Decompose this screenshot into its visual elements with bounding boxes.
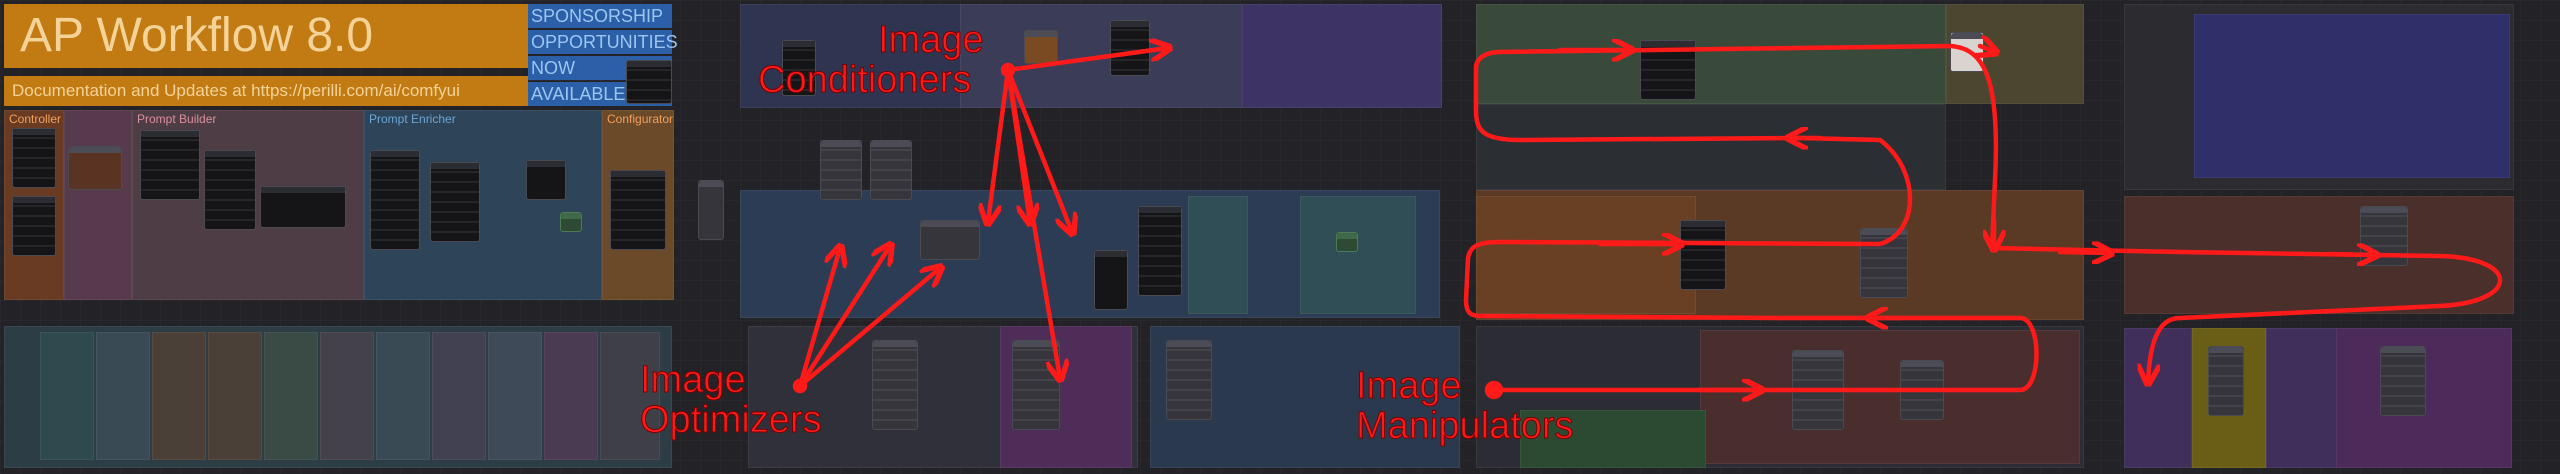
annotation-image-manipulators: Image Manipulators bbox=[1356, 365, 1575, 447]
annotation-line: Image bbox=[878, 19, 985, 61]
manipulators-path bbox=[1463, 43, 2502, 393]
annotation-line: Optimizers bbox=[640, 399, 823, 441]
annotation-line: Image bbox=[1356, 365, 1463, 407]
annotation-line: Manipulators bbox=[1356, 405, 1575, 447]
arrow bbox=[1005, 67, 1060, 378]
annotation-arrows bbox=[792, 0, 2502, 474]
arrow bbox=[1005, 48, 1168, 73]
annotation-image-optimizers: Image Optimizers bbox=[640, 359, 823, 441]
arrow bbox=[2057, 252, 2110, 253]
annotation-line: Image bbox=[640, 359, 747, 401]
annotation-image-conditioners: Image Conditioners bbox=[758, 19, 985, 101]
arrow bbox=[2327, 254, 2375, 255]
annotation-line: Conditioners bbox=[758, 59, 972, 101]
arrow bbox=[1980, 46, 1995, 52]
arrow bbox=[988, 67, 1011, 222]
workflow-canvas[interactable]: Controller Prompt Builder Prompt Enriche… bbox=[0, 0, 2560, 474]
